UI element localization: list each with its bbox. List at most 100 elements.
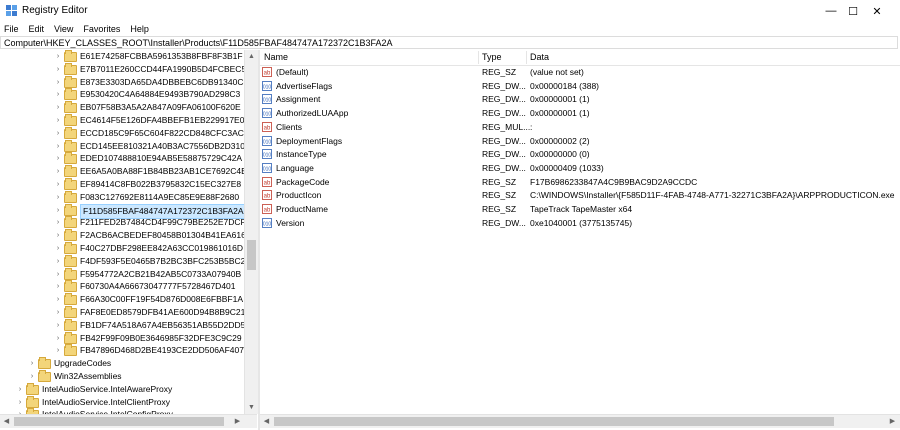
tree-item-product-key[interactable]: › E61E74258FCBBA5961353B8FBF8F3B1F	[0, 50, 244, 63]
value-row[interactable]: ab ProductName REG_SZ TapeTrack TapeMaster …	[260, 203, 900, 216]
expand-arrow-icon[interactable]: ›	[54, 140, 62, 153]
expand-arrow-icon[interactable]: ›	[54, 242, 62, 255]
tree-vertical-scrollbar[interactable]: ▲ ▼	[244, 50, 258, 414]
tree-item-product-key[interactable]: › F083C127692E8114A9EC85E9E88F2680	[0, 190, 244, 204]
tree-item-product-key[interactable]: › EE6A5A0BA88F1B84BB23AB1CE7692C4B	[0, 165, 244, 178]
address-bar[interactable]: Computer\HKEY_CLASSES_ROOT\Installer\Pro…	[0, 36, 898, 49]
value-row[interactable]: ab PackageCode REG_SZ F17B6986233847A4C9B9B…	[260, 176, 900, 189]
value-row[interactable]: 010 InstanceType REG_DW... 0x00000000 (0)	[260, 148, 900, 161]
tree-horizontal-scrollbar[interactable]: ◀ ▶	[0, 414, 257, 428]
folder-icon	[64, 62, 77, 75]
expand-arrow-icon[interactable]: ›	[28, 370, 36, 383]
tree-item-root-key[interactable]: › IntelAudioService.IntelAwareProxy	[0, 382, 244, 396]
folder-icon	[64, 178, 77, 190]
value-row[interactable]: 010 Assignment REG_DW... 0x00000001 (1)	[260, 93, 900, 106]
tree-item-product-key[interactable]: › F40C27DBF298EE842A63CC019861016D	[0, 242, 244, 255]
list-horizontal-scrollbar[interactable]: ◀ ▶	[260, 414, 900, 428]
expand-arrow-icon[interactable]: ›	[54, 306, 62, 319]
menu-favorites[interactable]: Favorites	[83, 22, 120, 36]
tree-item-product-key[interactable]: › EF89414C8FB022B3795832C15EC327E8	[0, 178, 244, 191]
close-button[interactable]: ✕	[854, 0, 900, 22]
value-type: REG_DW...	[482, 108, 526, 119]
column-name[interactable]: Name	[264, 52, 288, 62]
value-row[interactable]: ab (Default) REG_SZ (value not set)	[260, 66, 900, 79]
expand-arrow-icon[interactable]: ›	[54, 76, 62, 89]
expand-arrow-icon[interactable]: ›	[54, 50, 62, 63]
scroll-down-icon[interactable]: ▼	[245, 401, 258, 414]
string-value-icon: ab	[262, 204, 272, 214]
tree-item-product-key[interactable]: › E873E3303DA65DA4DBBEBC6DB91340C6	[0, 75, 244, 89]
expand-arrow-icon[interactable]: ›	[54, 293, 62, 306]
expand-arrow-icon[interactable]: ›	[16, 383, 24, 396]
tree-item-product-key[interactable]: › EDED107488810E94AB5E58875729C42A	[0, 152, 244, 165]
expand-arrow-icon[interactable]: ›	[54, 216, 62, 229]
tree-item-root-key[interactable]: › IntelAudioService.IntelClientProxy	[0, 395, 244, 409]
menu-file[interactable]: File	[4, 22, 19, 36]
svg-text:ab: ab	[264, 71, 271, 77]
scroll-left-icon[interactable]: ◀	[0, 415, 13, 428]
scroll-right-icon[interactable]: ▶	[886, 415, 899, 428]
tree-item-product-key[interactable]: › F11D585FBAF484747A172372C1B3FA2A	[0, 203, 244, 219]
scroll-thumb[interactable]	[247, 240, 256, 270]
expand-arrow-icon[interactable]: ›	[54, 101, 62, 114]
tree-item-product-key[interactable]: › F60730A4A66673047777F5728467D401	[0, 280, 244, 293]
expand-arrow-icon[interactable]: ›	[54, 332, 62, 345]
expand-arrow-icon[interactable]: ›	[54, 63, 62, 76]
expand-arrow-icon[interactable]: ›	[54, 88, 62, 101]
tree-item-product-key[interactable]: › FB42F99F09B0E3646985F32DFE3C9C29	[0, 331, 244, 345]
expand-arrow-icon[interactable]: ›	[54, 191, 62, 204]
tree-item-product-key[interactable]: › ECCD185C9F65C604F822CD848CFC3AC5	[0, 126, 244, 140]
expand-arrow-icon[interactable]: ›	[54, 255, 62, 268]
expand-arrow-icon[interactable]: ›	[54, 344, 62, 357]
tree-item-product-key[interactable]: › F4DF593F5E0465B7B2BC3BFC253B5BC2	[0, 254, 244, 268]
expand-arrow-icon[interactable]: ›	[54, 229, 62, 242]
value-row[interactable]: 010 AdvertiseFlags REG_DW... 0x00000184 (38…	[260, 80, 900, 93]
tree-item-product-key[interactable]: › FB47896D468D2BE4193CE2DD506AF407	[0, 344, 244, 357]
list-header: Name Type Data	[260, 50, 900, 66]
tree-item-product-key[interactable]: › F5954772A2CB21B42AB5C0733A07940B	[0, 267, 244, 281]
tree-item-product-key[interactable]: › E7B7011E260CCD44FA1990B5D4FCBEC5	[0, 62, 244, 76]
tree-item-product-key[interactable]: › EC4614F5E126DFA4BBEFB1EB229917E0	[0, 114, 244, 127]
value-row[interactable]: 010 AuthorizedLUAApp REG_DW... 0x00000001 (…	[260, 107, 900, 120]
value-row[interactable]: 010 Version REG_DW... 0xe1040001 (377513574…	[260, 217, 900, 230]
tree-item-product-key[interactable]: › ECD145EE810321A40B3AC7556DB2D310	[0, 139, 244, 153]
menu-edit[interactable]: Edit	[29, 22, 45, 36]
folder-icon	[64, 242, 77, 254]
tree-item-label: IntelAudioService.IntelAwareProxy	[42, 383, 173, 394]
expand-arrow-icon[interactable]: ›	[54, 204, 62, 217]
expand-arrow-icon[interactable]: ›	[54, 268, 62, 281]
scroll-thumb[interactable]	[14, 417, 224, 426]
scroll-thumb[interactable]	[274, 417, 834, 426]
tree-item-product-key[interactable]: › FAF8E0ED8579DFB41AE600D94B8B9C21	[0, 306, 244, 319]
tree-item-product-key[interactable]: › EB07F58B3A5A2A847A09FA06100F620E	[0, 101, 244, 114]
value-row[interactable]: ab Clients REG_MUL...:	[260, 121, 900, 134]
value-row[interactable]: 010 DeploymentFlags REG_DW... 0x00000002 (2…	[260, 135, 900, 148]
tree-item-product-key[interactable]: › FB1DF74A518A67A4EB56351AB55D2DD5	[0, 318, 244, 332]
folder-icon	[64, 126, 77, 139]
tree-item-product-key[interactable]: › E9530420C4A64884E9493B790AD298C3	[0, 88, 244, 101]
expand-arrow-icon[interactable]: ›	[16, 396, 24, 409]
expand-arrow-icon[interactable]: ›	[54, 165, 62, 178]
expand-arrow-icon[interactable]: ›	[28, 357, 36, 370]
scroll-up-icon[interactable]: ▲	[245, 50, 258, 63]
menu-bar: File Edit View Favorites Help	[0, 22, 900, 36]
tree-item-product-key[interactable]: › F66A30C00FF19F54D876D008E6FBBF1A	[0, 293, 244, 306]
menu-help[interactable]: Help	[130, 22, 149, 36]
value-row[interactable]: 010 Language REG_DW... 0x00000409 (1033)	[260, 162, 900, 175]
tree-item-product-key[interactable]: › F2ACB6ACBEDEF80458B01304B41EA616	[0, 229, 244, 242]
tree-item-product-key[interactable]: › F211FED2B7484CD4F99C79BE252E7DCF	[0, 216, 244, 229]
expand-arrow-icon[interactable]: ›	[54, 178, 62, 191]
tree-item-win32assemblies[interactable]: › Win32Assemblies	[0, 370, 244, 383]
scroll-left-icon[interactable]: ◀	[260, 415, 273, 428]
scroll-right-icon[interactable]: ▶	[231, 415, 244, 428]
column-type[interactable]: Type	[482, 52, 502, 62]
column-data[interactable]: Data	[530, 52, 549, 62]
expand-arrow-icon[interactable]: ›	[54, 127, 62, 140]
tree-item-upgradecodes[interactable]: › UpgradeCodes	[0, 357, 244, 370]
expand-arrow-icon[interactable]: ›	[54, 319, 62, 332]
expand-arrow-icon[interactable]: ›	[54, 280, 62, 293]
expand-arrow-icon[interactable]: ›	[54, 114, 62, 127]
expand-arrow-icon[interactable]: ›	[54, 152, 62, 165]
value-row[interactable]: ab ProductIcon REG_SZ C:\WINDOWS\Installer\…	[260, 189, 900, 202]
menu-view[interactable]: View	[54, 22, 73, 36]
